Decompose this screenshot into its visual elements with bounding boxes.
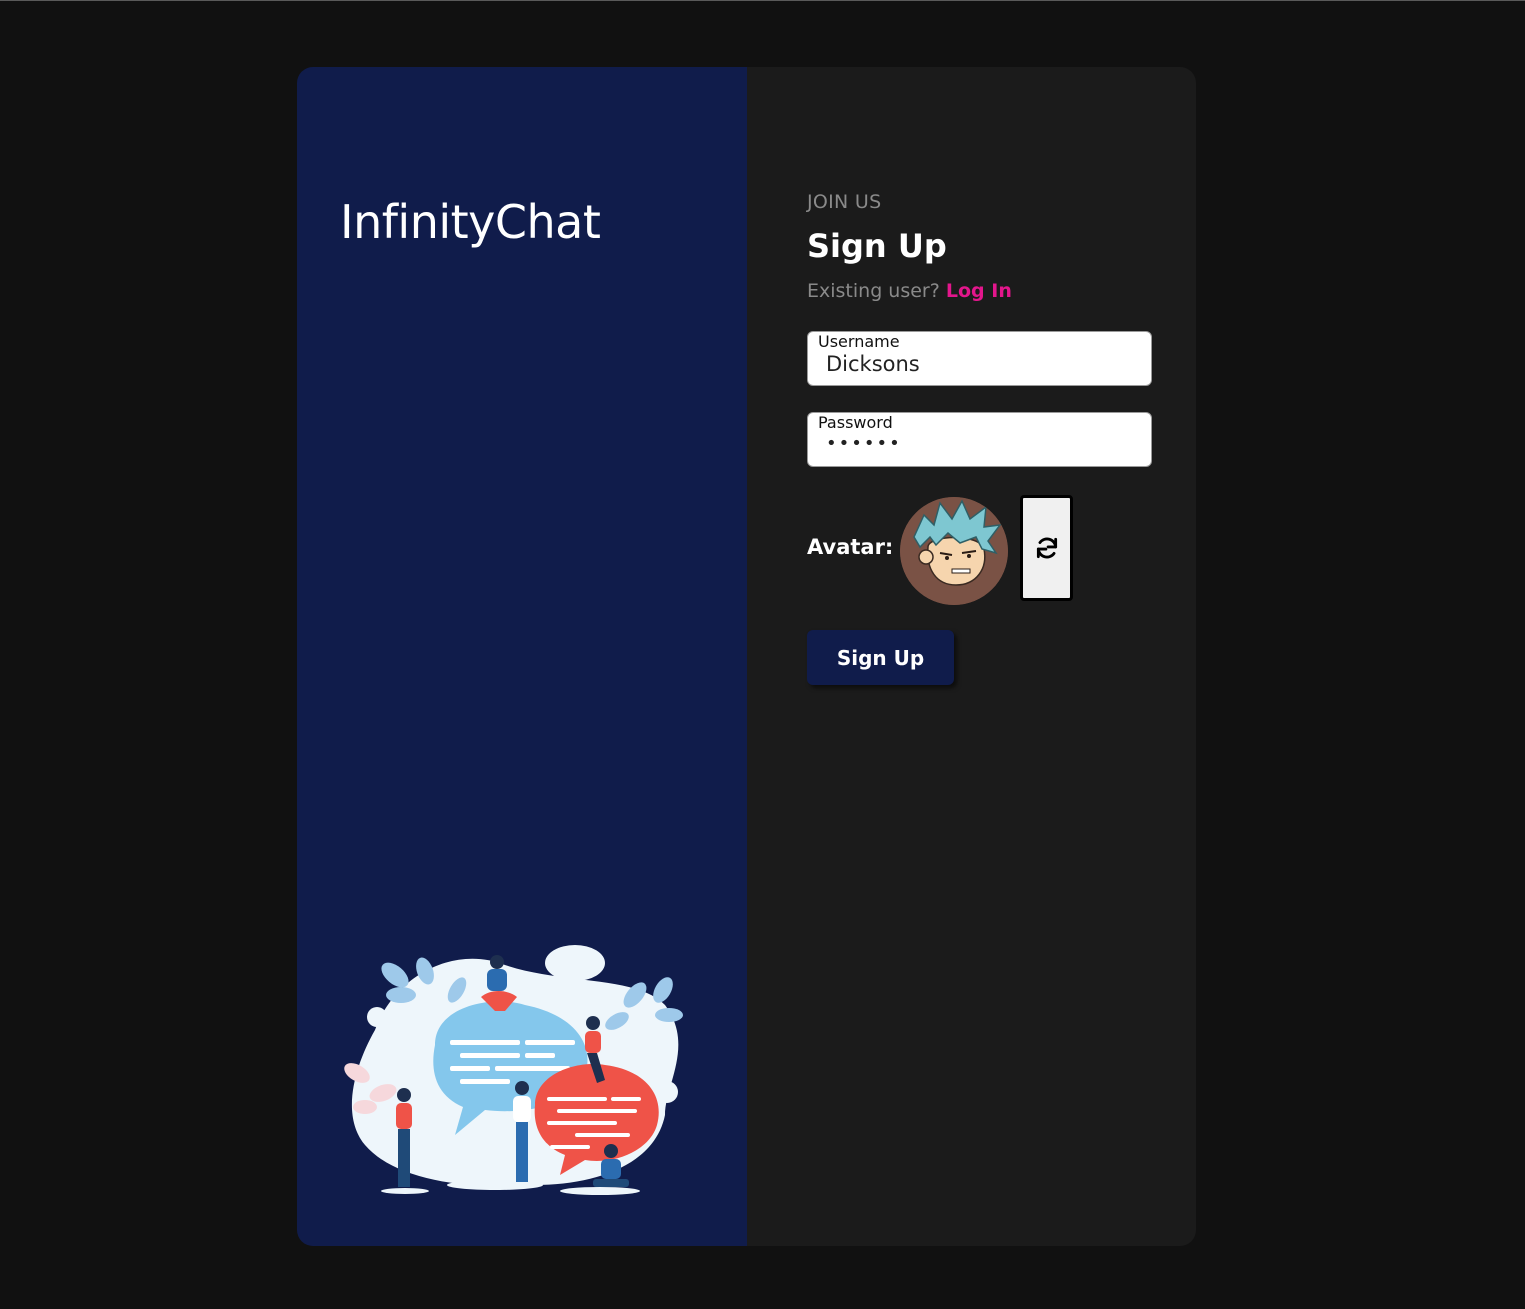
avatar-row: Avatar: (807, 495, 1152, 605)
avatar-image (900, 497, 1008, 605)
username-label: Username (818, 332, 900, 351)
password-input[interactable] (826, 429, 1136, 457)
form-title: Sign Up (807, 227, 947, 265)
brand-panel: InfinityChat (297, 67, 747, 1246)
chat-illustration (344, 945, 683, 1195)
password-field[interactable]: Password (807, 412, 1152, 467)
refresh-icon (1036, 537, 1057, 559)
login-link[interactable]: Log In (946, 280, 1012, 302)
existing-user-prompt: Existing user? (807, 280, 940, 302)
username-input[interactable] (826, 350, 1136, 378)
existing-user-line: Existing user? Log In (807, 280, 1012, 302)
window-top-border (0, 0, 1525, 1)
form-panel: JOIN US Sign Up Existing user? Log In Us… (747, 67, 1196, 1246)
brand-title: InfinityChat (340, 195, 601, 249)
join-us-eyebrow: JOIN US (807, 191, 882, 213)
signup-card: InfinityChat JOIN US Sign Up Existing us… (297, 67, 1196, 1246)
signup-button[interactable]: Sign Up (807, 630, 954, 685)
refresh-avatar-button[interactable] (1020, 495, 1073, 601)
avatar-label: Avatar: (807, 535, 894, 559)
username-field[interactable]: Username (807, 331, 1152, 386)
